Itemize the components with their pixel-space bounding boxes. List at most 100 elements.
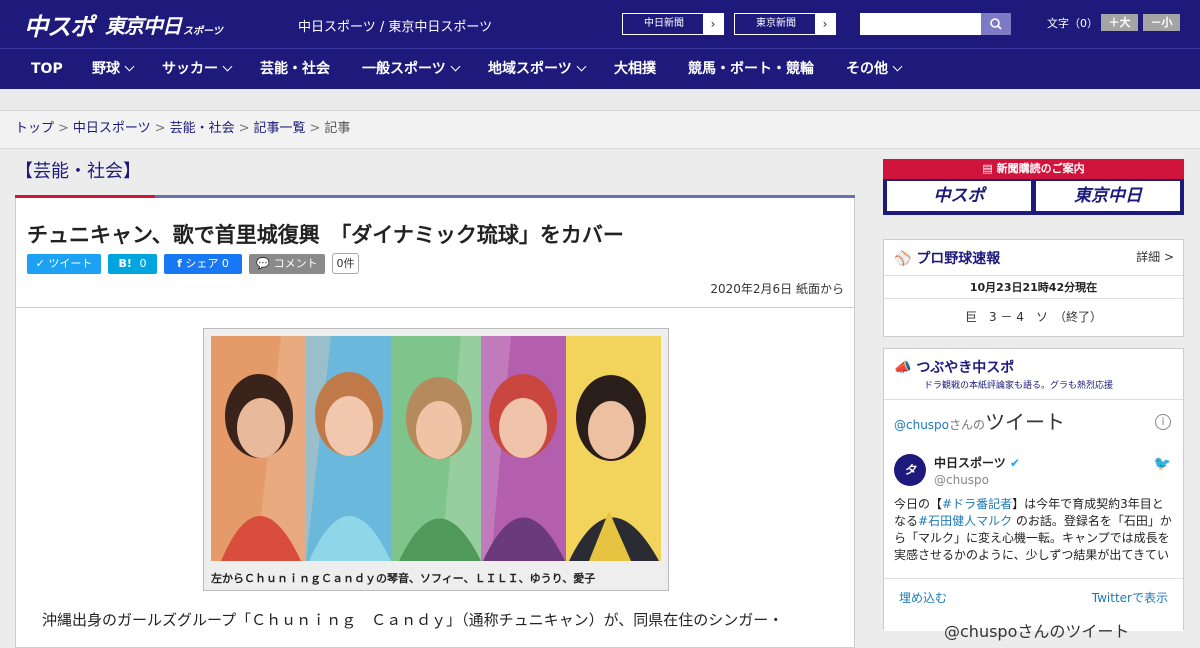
logo-chuspo: 中スポ — [24, 12, 94, 41]
timeline-san: さんの — [949, 418, 986, 432]
breadcrumb-chunichi-sports[interactable]: 中日スポーツ — [73, 121, 151, 136]
sub-nav-strip — [0, 89, 1200, 111]
baseball-detail-link[interactable]: 詳細 > — [1136, 248, 1174, 265]
comment-bubble-icon: 💬 — [256, 257, 271, 270]
article-header: チュニキャン、歌で首里城復興 「ダイナミック琉球」をカバー ✓ ツイート B! … — [15, 198, 855, 308]
site-title-link[interactable]: 中日スポーツ / 東京中日スポーツ — [298, 16, 492, 35]
article-photo[interactable] — [211, 336, 661, 561]
nav-item-entertainment[interactable]: 芸能・社会 — [260, 49, 330, 89]
subscription-banner[interactable]: ▤ 新聞購読のご案内 中スポ 東京中日 — [883, 159, 1184, 215]
view-on-twitter-link[interactable]: Twitterで表示 — [1092, 589, 1168, 606]
hashtag-link[interactable]: #ドラ番記者 — [942, 497, 1012, 511]
baseball-live-title: ⚾ プロ野球速報 — [894, 248, 1000, 268]
nav-label: TOP — [31, 61, 63, 77]
megaphone-icon: 📣 — [894, 360, 912, 376]
nav-item-general-sports[interactable]: 一般スポーツ — [362, 49, 461, 89]
nav-item-soccer[interactable]: サッカー — [162, 49, 233, 89]
timeline-next-title: @chuspoさんのツイート — [944, 622, 1130, 641]
comment-label: コメント — [273, 257, 318, 270]
top-header: 中スポ 東京中日 スポーツ 中日スポーツ / 東京中日スポーツ 中日新聞 › 東… — [0, 0, 1200, 48]
nav-item-baseball[interactable]: 野球 — [92, 49, 135, 89]
tweets-title: 📣 つぶやき中スポ — [894, 357, 1014, 377]
search-box — [860, 13, 1011, 35]
tweet-account-handle[interactable]: @chuspo — [934, 473, 989, 487]
breadcrumb-separator: > — [309, 121, 321, 136]
baseball-update-time: 10月23日21時42分現在 — [884, 275, 1183, 299]
nav-label: 芸能・社会 — [260, 61, 330, 77]
search-icon — [990, 18, 1002, 30]
tweet-account-name[interactable]: 中日スポーツ ✔ — [934, 454, 1020, 471]
nav-label: 地域スポーツ — [488, 61, 572, 77]
embed-link[interactable]: 埋め込む — [899, 589, 947, 606]
nav-label: その他 — [846, 61, 888, 77]
tweet-text: 今日の【#ドラ番記者】は今年で育成契約3年目となる#石田健人マルク のお話。登録… — [894, 496, 1174, 564]
twitter-bird-icon: ✓ — [35, 257, 45, 270]
nav-item-local-sports[interactable]: 地域スポーツ — [488, 49, 587, 89]
facebook-icon: f — [177, 257, 182, 270]
article-body: 左からＣｈｕｎｉｎｇＣａｎｄｙの琴音、ソフィー、ＬＩＬＩ、ゆうり、愛子 沖縄出身… — [15, 308, 855, 648]
chuspo-subscribe-logo[interactable]: 中スポ — [887, 181, 1031, 211]
comment-button[interactable]: 💬 コメント — [249, 254, 325, 274]
breadcrumb-top[interactable]: トップ — [15, 121, 54, 136]
site-logo[interactable]: 中スポ 東京中日 スポーツ — [24, 8, 223, 41]
nav-label: 大相撲 — [614, 61, 656, 77]
subscription-banner-label: 新聞購読のご案内 — [996, 162, 1085, 175]
chevron-right-icon: › — [815, 14, 835, 34]
search-button[interactable] — [981, 13, 1011, 35]
breadcrumb-article-list[interactable]: 記事一覧 — [254, 121, 306, 136]
font-smaller-button[interactable]: －小 — [1143, 14, 1180, 31]
tweets-subtitle: ドラ観戦の本紙評論家も語る。グラも熱烈応援 — [924, 381, 1114, 391]
baseball-live-label: プロ野球速報 — [916, 251, 1001, 267]
nav-label: 野球 — [92, 61, 120, 77]
font-bigger-button[interactable]: ＋大 — [1101, 14, 1138, 31]
logo-sports: スポーツ — [183, 25, 223, 37]
logo-tokyo-chunichi: 東京中日 — [105, 13, 182, 38]
baseball-icon: ⚾ — [894, 251, 912, 267]
article-column: 【芸能・社会】 チュニキャン、歌で首里城復興 「ダイナミック琉球」をカバー ✓ … — [15, 149, 855, 648]
nav-item-top[interactable]: TOP — [31, 49, 63, 89]
tokyo-shimbun-button[interactable]: 東京新聞 › — [734, 13, 836, 35]
photo-caption: 左からＣｈｕｎｉｎｇＣａｎｄｙの琴音、ソフィー、ＬＩＬＩ、ゆうり、愛子 — [211, 572, 596, 585]
avatar[interactable]: タ — [894, 454, 926, 486]
group-photo-image — [211, 336, 661, 561]
tweets-box: 📣 つぶやき中スポ ドラ観戦の本紙評論家も語る。グラも熱烈応援 @chuspoさ… — [883, 348, 1184, 641]
breadcrumb-separator: > — [154, 121, 166, 136]
chevron-down-icon — [892, 61, 903, 72]
nav-item-racing[interactable]: 競馬・ボート・競輪 — [688, 49, 814, 89]
search-input[interactable] — [860, 13, 981, 35]
facebook-share-label: シェア — [185, 257, 219, 270]
chevron-down-icon — [124, 61, 135, 72]
tweet-button[interactable]: ✓ ツイート — [27, 254, 101, 274]
facebook-share-button[interactable]: f シェア 0 — [164, 254, 242, 274]
chunichi-shimbun-button[interactable]: 中日新聞 › — [622, 13, 724, 35]
verified-badge-icon: ✔ — [1009, 456, 1021, 470]
baseball-live-box: ⚾ プロ野球速報 詳細 > 10月23日21時42分現在 巨 3 － 4 ソ （… — [883, 239, 1184, 337]
timeline-word: ツイート — [985, 410, 1066, 434]
chevron-down-icon — [576, 61, 587, 72]
main-nav: TOP 野球 サッカー 芸能・社会 一般スポーツ 地域スポーツ 大相撲 競馬・ボ… — [0, 48, 1200, 89]
facebook-count: 0 — [221, 257, 229, 270]
twitter-timeline: @chuspoさんのツイート i タ 中日スポーツ ✔ @chuspo 🐦 今日… — [884, 399, 1183, 641]
chevron-down-icon — [450, 61, 461, 72]
hatena-bookmark-button[interactable]: B! 0 — [108, 254, 157, 274]
tokyo-chunichi-subscribe-logo[interactable]: 東京中日 — [1036, 181, 1180, 211]
article-photo-figure: 左からＣｈｕｎｉｎｇＣａｎｄｙの琴音、ソフィー、ＬＩＬＩ、ゆうり、愛子 — [203, 328, 669, 591]
hashtag-link[interactable]: #石田健人マルク — [918, 514, 1012, 528]
baseball-score[interactable]: 巨 3 － 4 ソ （終了） — [884, 308, 1183, 325]
twitter-bird-icon[interactable]: 🐦 — [1154, 456, 1171, 472]
nav-label: 一般スポーツ — [362, 61, 446, 77]
timeline-handle[interactable]: @chuspo — [894, 418, 949, 432]
hatena-label: B! — [118, 257, 132, 270]
timeline-footer: 埋め込む Twitterで表示 — [884, 578, 1183, 614]
breadcrumb-separator: > — [238, 121, 250, 136]
subscription-banner-title: ▤ 新聞購読のご案内 — [883, 159, 1184, 179]
hatena-count: 0 — [139, 257, 147, 270]
timeline-title: @chuspoさんのツイート — [894, 406, 1065, 435]
article-paragraph: 沖縄出身のガールズグループ「Ｃｈｕｎｉｎｇ Ｃａｎｄｙ」（通称チュニキャン）が、… — [42, 611, 784, 629]
tweet-account-name-label: 中日スポーツ — [934, 456, 1006, 470]
tokyo-shimbun-label: 東京新聞 — [756, 18, 796, 29]
info-icon[interactable]: i — [1155, 414, 1171, 430]
breadcrumb-entertainment[interactable]: 芸能・社会 — [170, 121, 235, 136]
nav-item-sumo[interactable]: 大相撲 — [614, 49, 656, 89]
nav-item-other[interactable]: その他 — [846, 49, 903, 89]
